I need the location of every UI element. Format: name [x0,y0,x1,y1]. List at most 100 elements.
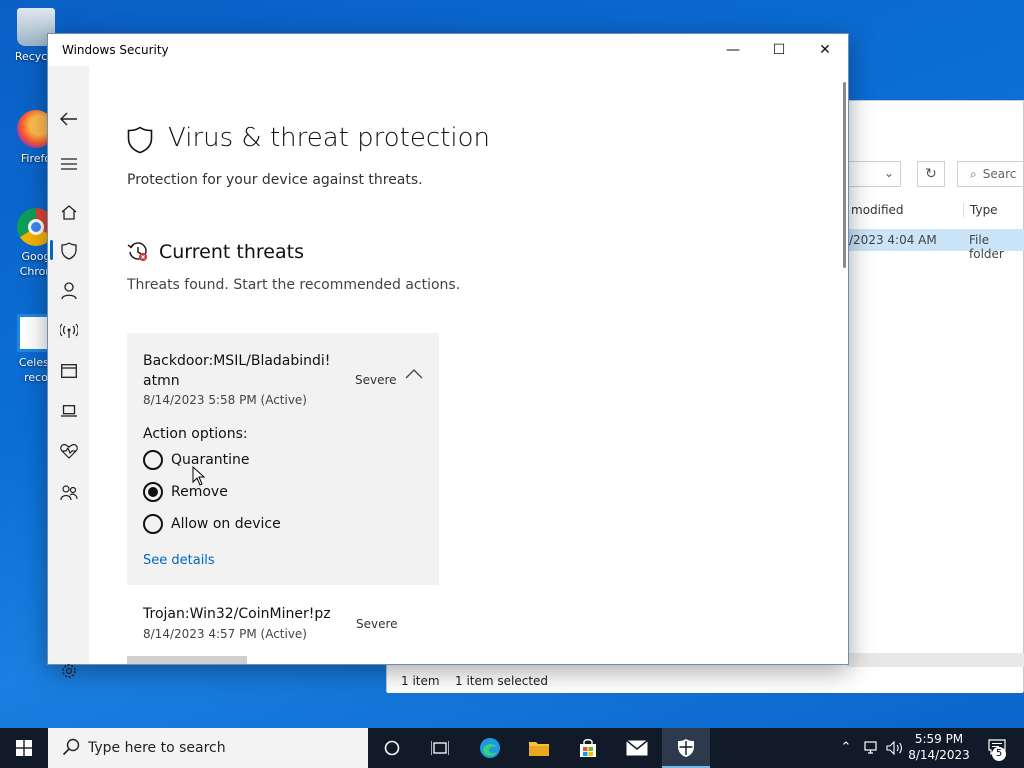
section-title: Current threats [159,241,304,263]
threat-name: Backdoor:MSIL/Bladabindi!atmn [143,353,331,389]
horizontal-scrollbar[interactable] [847,653,1024,667]
threat-card-expanded[interactable]: Backdoor:MSIL/Bladabindi!atmn 8/14/2023 … [127,333,439,585]
nav-device-security[interactable] [48,392,89,428]
radio-label[interactable]: Remove [171,484,228,500]
start-actions-button[interactable] [127,656,247,664]
refresh-icon: ↻ [925,166,937,182]
threat-date: 8/14/2023 4:57 PM (Active) [143,627,307,641]
tray-network[interactable] [860,728,884,768]
search-icon [62,738,80,756]
search-placeholder: Type here to search [88,740,226,756]
start-button[interactable] [0,728,48,768]
nav-account[interactable] [48,272,89,308]
taskbar-windows-security[interactable] [662,728,710,768]
threat-date: 8/14/2023 5:58 PM (Active) [143,393,307,407]
back-button[interactable] [48,100,89,136]
nav-family[interactable] [48,474,89,510]
taskbar-store[interactable] [564,728,612,768]
clock-time: 5:59 PM [914,732,964,746]
nav-app-browser[interactable] [48,352,89,388]
radio-label[interactable]: Allow on device [171,516,281,532]
nav-home[interactable] [48,193,89,229]
radio-button[interactable] [143,450,163,470]
column-header-modified[interactable]: modified [851,203,904,217]
radio-button[interactable] [143,514,163,534]
threat-history-icon [127,242,147,261]
radio-label[interactable]: Quarantine [171,452,250,468]
taskbar-mail[interactable] [613,728,661,768]
column-header-type[interactable]: Type [963,203,998,217]
threat-severity: Severe [355,373,397,387]
action-center-button[interactable]: 5 [982,728,1012,768]
store-icon [580,739,596,757]
action-options-label: Action options: [143,426,248,442]
cortana-icon [384,740,400,756]
home-icon [61,204,76,220]
radio-button-selected[interactable] [143,482,163,502]
chevron-down-icon[interactable]: ⌄ [884,166,894,180]
window-title: Windows Security [62,43,169,57]
windows-security-window[interactable]: Windows Security — ☐ ✕ Virus & threat pr… [47,33,849,678]
back-icon [59,112,77,125]
minimize-icon: — [726,42,740,58]
health-icon [59,443,78,459]
title-bar[interactable]: Windows Security — ☐ ✕ [48,34,848,66]
maximize-icon: ☐ [772,42,786,58]
see-details-link[interactable]: See details [143,553,215,568]
chevron-up-icon: ⌃ [840,740,852,755]
task-view-icon [430,741,450,755]
network-icon [58,323,79,338]
threat-name[interactable]: Trojan:Win32/CoinMiner!pz [143,606,331,622]
close-button[interactable]: ✕ [802,34,848,66]
clock[interactable]: 5:59 PM 8/14/2023 [900,731,978,763]
taskbar-task-view[interactable] [416,728,464,768]
taskbar-cortana[interactable] [368,728,416,768]
minimize-button[interactable]: — [710,34,756,66]
app-browser-icon [60,363,77,378]
settings-icon [61,663,76,678]
status-selected-count: 1 item selected [455,674,549,688]
search-icon: ⌕ [970,167,977,181]
explorer-search-input[interactable]: ⌕ Searc [957,161,1024,187]
page-title: Virus & threat protection [168,123,490,153]
maximize-button[interactable]: ☐ [756,34,802,66]
network-tray-icon [864,740,877,754]
section-subtitle: Threats found. Start the recommended act… [127,277,461,293]
account-icon [60,281,77,299]
row-modified: /2023 4:04 AM [849,233,937,247]
shield-icon [127,126,153,154]
file-explorer-icon [529,742,549,756]
clock-date: 8/14/2023 [908,748,970,762]
nav-virus-protection[interactable] [48,232,89,268]
status-bar: 1 item 1 item selected [387,667,1023,693]
nav-settings[interactable] [48,652,89,688]
family-icon [59,484,78,500]
menu-icon [60,157,77,170]
table-row[interactable]: /2023 4:04 AM File folder [847,229,1024,261]
taskbar-search-box[interactable]: Type here to search [48,728,368,768]
status-item-count: 1 item [401,674,440,688]
taskbar-edge[interactable] [466,728,514,768]
vertical-scrollbar[interactable] [843,82,846,268]
page-subtitle: Protection for your device against threa… [127,172,423,188]
taskbar-file-explorer[interactable] [515,728,563,768]
shield-icon [60,241,77,260]
taskbar: Type here to search ⌃ 5:59 PM 8/14/2023 … [0,728,1024,768]
row-type: File folder [969,233,1004,261]
refresh-button[interactable]: ↻ [917,161,945,187]
notification-badge: 5 [992,747,1006,761]
chevron-up-icon[interactable] [405,369,423,379]
device-security-icon [60,404,77,417]
main-content: Virus & threat protection Protection for… [89,66,848,664]
menu-button[interactable] [48,145,89,181]
nav-device-health[interactable] [48,432,89,468]
nav-firewall[interactable] [48,312,89,348]
windows-logo-icon [16,740,32,756]
tray-overflow[interactable]: ⌃ [836,728,856,768]
mouse-cursor-icon [192,466,206,486]
threat-severity: Severe [356,617,398,631]
mail-icon [626,739,648,756]
edge-icon [480,738,500,758]
windows-security-icon [678,739,694,757]
nav-sidebar [48,66,89,678]
